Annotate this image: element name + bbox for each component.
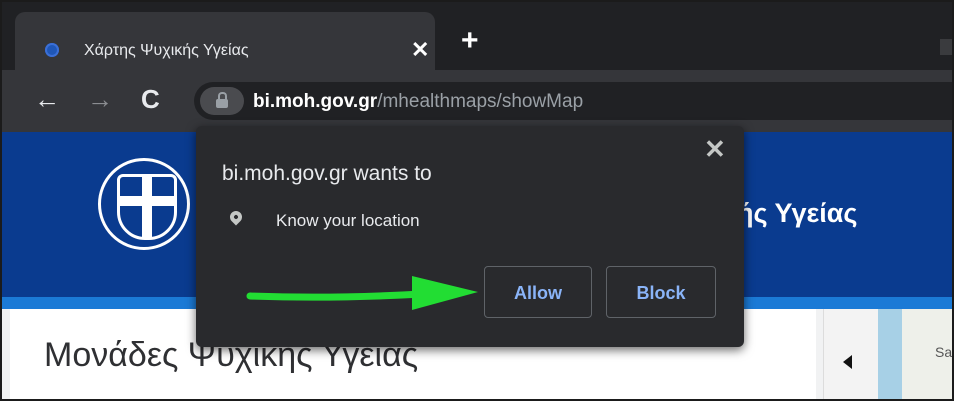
- emblem-cross-vertical: [142, 177, 152, 237]
- close-icon[interactable]: ✕: [704, 136, 726, 162]
- tab-title: Χάρτης Ψυχικής Υγείας: [84, 42, 249, 59]
- green-annotation-arrow: [246, 276, 478, 310]
- new-tab-button[interactable]: +: [461, 26, 479, 56]
- site-header-title: ής Υγείας: [737, 198, 858, 228]
- caret-left-icon: [843, 355, 852, 369]
- address-bar[interactable]: bi.moh.gov.gr/mhealthmaps/showMap: [194, 82, 952, 120]
- tab-close-icon[interactable]: ✕: [411, 39, 429, 61]
- map-place-label: Sa: [935, 344, 953, 360]
- permission-description: Know your location: [276, 211, 420, 230]
- tab-mental-health-map[interactable]: Χάρτης Ψυχικής Υγείας ✕: [15, 12, 435, 72]
- block-button[interactable]: Block: [606, 266, 716, 318]
- tab-strip: Χάρτης Ψυχικής Υγείας ✕ +: [2, 2, 952, 72]
- allow-button[interactable]: Allow: [484, 266, 592, 318]
- site-info-button[interactable]: [200, 87, 244, 115]
- prompt-title: bi.moh.gov.gr wants to: [222, 162, 432, 185]
- emblem-cross-horizontal: [120, 196, 174, 206]
- screenshot-frame: Χάρτης Ψυχικής Υγείας ✕ + ← → C bi.moh.g…: [0, 0, 954, 401]
- back-arrow-icon[interactable]: ←: [34, 84, 60, 114]
- url-text[interactable]: bi.moh.gov.gr/mhealthmaps/showMap: [253, 91, 583, 113]
- sidebar-toggle-button[interactable]: [823, 309, 879, 399]
- greek-emblem-logo: [98, 158, 190, 250]
- location-pin-icon: [227, 208, 245, 226]
- window-control[interactable]: [940, 39, 952, 55]
- browser-toolbar: ← → C bi.moh.gov.gr/mhealthmaps/showMap: [2, 70, 952, 132]
- url-host: bi.moh.gov.gr: [253, 91, 378, 112]
- lock-icon: [216, 92, 228, 108]
- arrow-head: [412, 276, 478, 310]
- globe-favicon-icon: [45, 43, 59, 57]
- url-path: /mhealthmaps/showMap: [377, 91, 584, 112]
- arrow-shaft: [246, 290, 426, 301]
- forward-arrow-icon[interactable]: →: [87, 84, 113, 114]
- reload-icon[interactable]: C: [141, 84, 160, 114]
